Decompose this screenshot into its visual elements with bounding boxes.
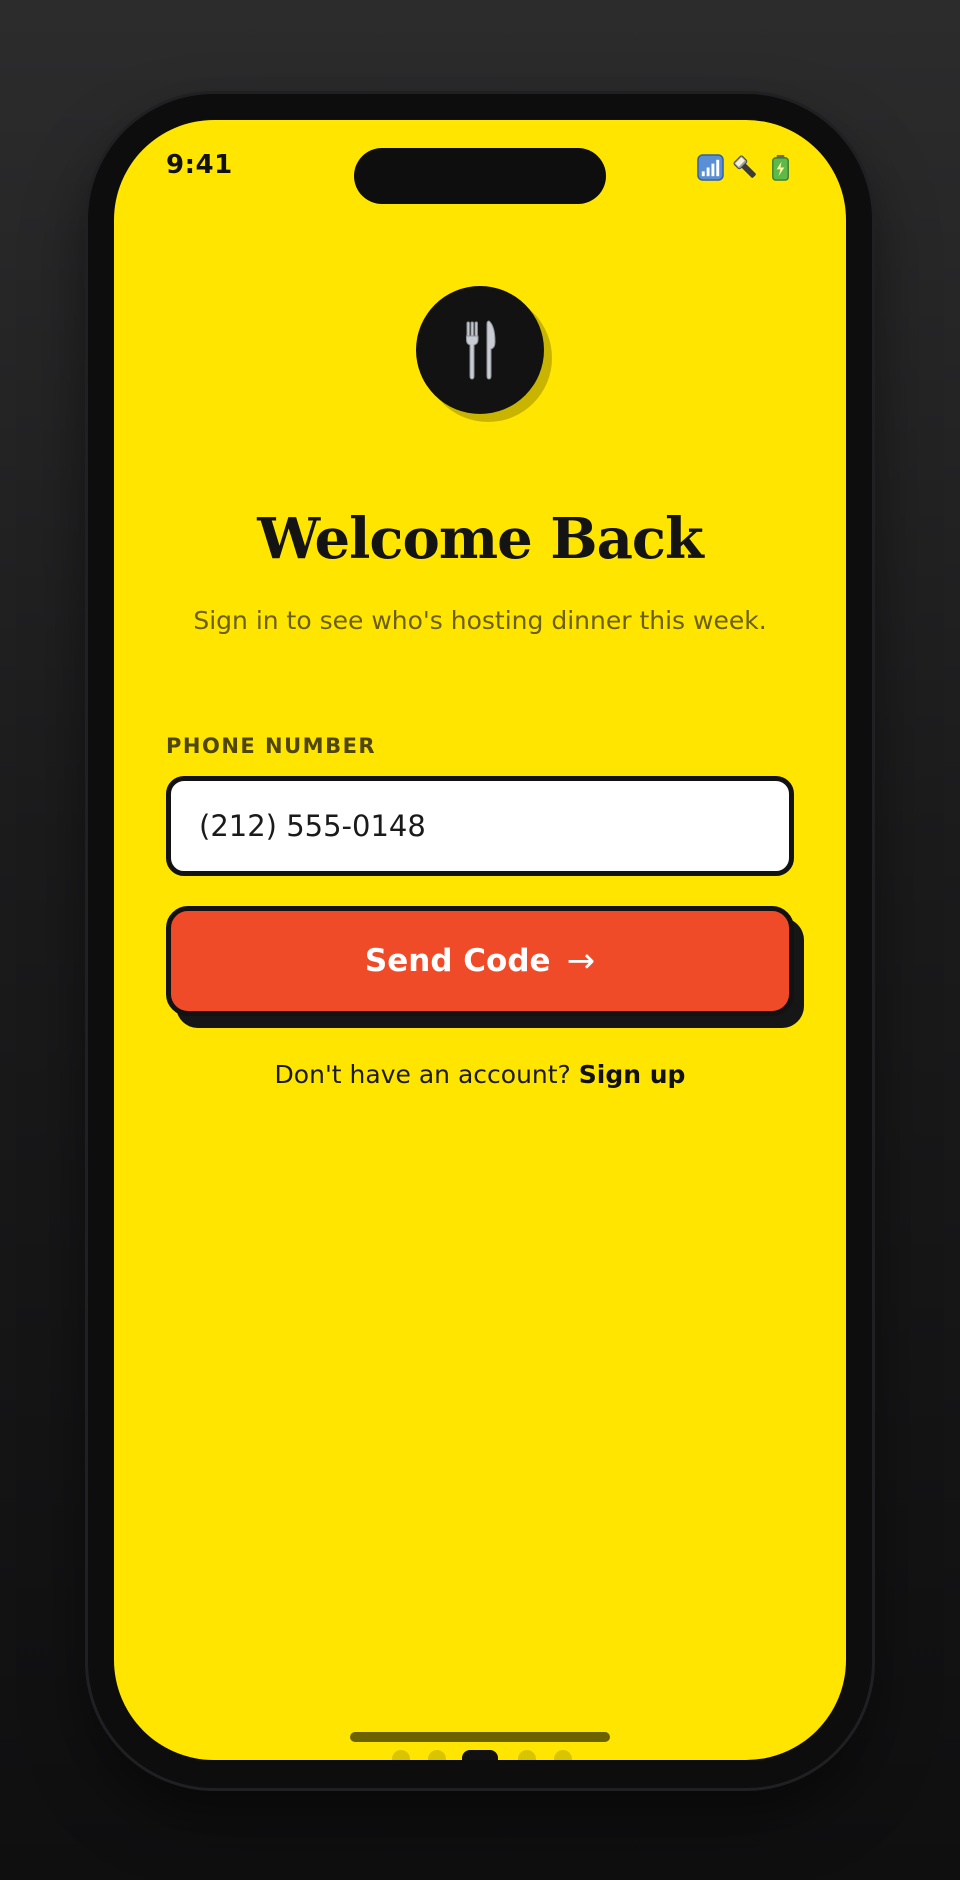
phone-number-label: PHONE NUMBER [166, 734, 377, 758]
page-indicator [114, 1750, 846, 1760]
flashlight-icon [733, 155, 756, 178]
signal-icon [697, 154, 724, 181]
sign-up-link[interactable]: Sign up [579, 1060, 686, 1089]
page-dot[interactable] [392, 1750, 410, 1760]
page-title: Welcome Back [257, 506, 704, 572]
signup-prompt: Don't have an account? Sign up [114, 1060, 846, 1089]
fork-knife-icon [466, 320, 496, 380]
app-logo [416, 286, 552, 422]
signup-prompt-text: Don't have an account? [274, 1060, 571, 1089]
logo-badge [416, 286, 544, 414]
page-dot[interactable] [428, 1750, 446, 1760]
send-code-button[interactable]: Send Code → [166, 906, 794, 1016]
battery-icon [772, 154, 789, 181]
page-dot[interactable] [518, 1750, 536, 1760]
send-code-label: Send Code [364, 943, 551, 979]
app-screen: 9:41 Welcome Back Sign in to see who's h… [114, 120, 846, 1760]
status-time: 9:41 [166, 150, 233, 180]
status-icons [697, 154, 794, 181]
home-indicator[interactable] [350, 1732, 610, 1742]
page-subtitle: Sign in to see who's hosting dinner this… [193, 606, 767, 635]
arrow-right-icon: → [566, 941, 596, 981]
phone-number-input[interactable] [166, 776, 794, 876]
page-dot[interactable] [554, 1750, 572, 1760]
page-dot-active[interactable] [462, 1750, 498, 1760]
dynamic-island [354, 148, 606, 204]
